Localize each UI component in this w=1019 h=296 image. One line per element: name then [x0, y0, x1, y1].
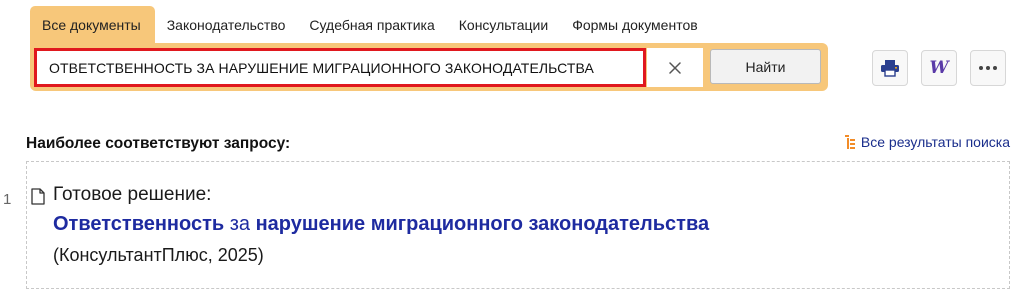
results-list-icon: [844, 135, 855, 149]
more-icon: [979, 66, 997, 70]
tab-legislation[interactable]: Законодательство: [155, 6, 298, 44]
tab-court-practice[interactable]: Судебная практика: [297, 6, 446, 44]
word-icon: W: [929, 58, 949, 78]
result-title-part: за: [224, 213, 256, 235]
printer-icon: [881, 60, 899, 77]
results-heading: Наиболее соответствуют запросу:: [26, 135, 291, 152]
result-title-part: нарушение миграционного законодательства: [255, 213, 710, 235]
result-source: (КонсультантПлюс, 2025): [53, 245, 264, 265]
result-number: 1: [3, 191, 12, 208]
tab-consultations[interactable]: Консультации: [447, 6, 560, 44]
find-button[interactable]: Найти: [710, 49, 821, 84]
all-results-link[interactable]: Все результаты поиска: [844, 134, 1010, 150]
tab-document-forms[interactable]: Формы документов: [560, 6, 710, 44]
result-type: Готовое решение:: [53, 184, 212, 205]
all-results-label: Все результаты поиска: [860, 134, 1010, 150]
print-button[interactable]: [872, 50, 908, 86]
clear-search-button[interactable]: [647, 48, 703, 87]
search-input[interactable]: ОТВЕТСТВЕННОСТЬ ЗА НАРУШЕНИЕ МИГРАЦИОННО…: [34, 48, 646, 87]
search-panel: ОТВЕТСТВЕННОСТЬ ЗА НАРУШЕНИЕ МИГРАЦИОННО…: [30, 43, 828, 91]
tab-all-documents[interactable]: Все документы: [30, 6, 155, 44]
result-title-part: Ответственность: [53, 213, 225, 235]
result-item: Готовое решение: Ответственность за нару…: [26, 161, 1010, 289]
export-word-button[interactable]: W: [921, 50, 957, 86]
more-button[interactable]: [970, 50, 1006, 86]
close-icon: [669, 61, 681, 74]
document-icon: [31, 188, 45, 205]
search-tabs: Все документы Законодательство Судебная …: [30, 6, 710, 44]
result-title-link[interactable]: Ответственность за нарушение миграционно…: [53, 213, 709, 236]
